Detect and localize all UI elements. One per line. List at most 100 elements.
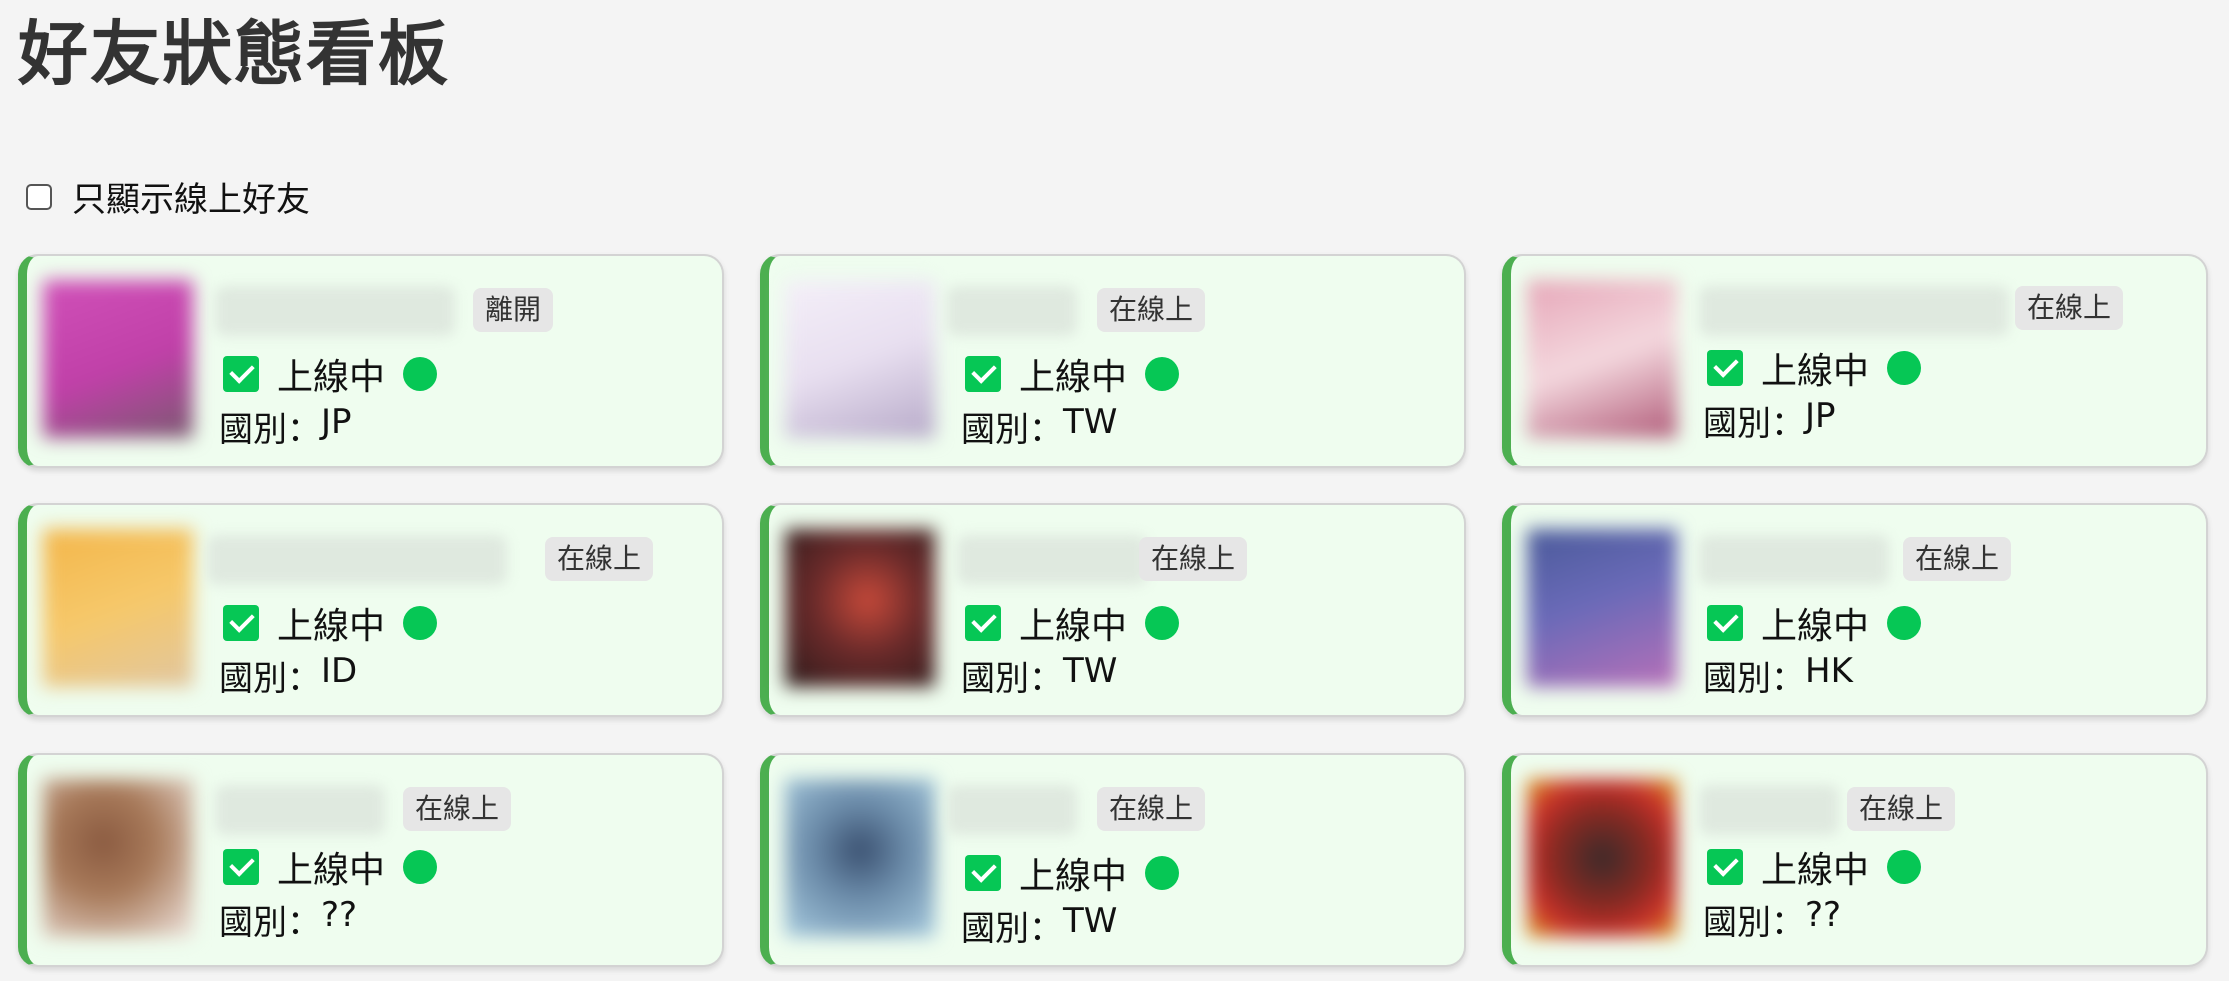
friend-name [1699, 785, 1839, 835]
online-dot-icon [1145, 357, 1180, 391]
online-status-label: 上線中 [1019, 856, 1128, 897]
country: 國別： HK [1703, 651, 1853, 700]
country-prefix: 國別： [961, 410, 1063, 450]
status-badge: 在線上 [1903, 537, 2012, 581]
status-badge: 離開 [473, 288, 554, 332]
friend-name [1699, 286, 2009, 336]
online-status: 上線中 [965, 599, 1180, 647]
status-badge: 在線上 [1139, 537, 1248, 581]
friend-card[interactable]: 在線上 上線中 國別： HK [1502, 503, 2208, 717]
online-status: 上線中 [1707, 344, 1922, 392]
online-status: 上線中 [965, 350, 1180, 398]
status-badge: 在線上 [1097, 288, 1206, 332]
country: 國別： TW [961, 901, 1117, 950]
country-code: ?? [1805, 895, 1842, 935]
check-icon [223, 605, 259, 641]
avatar [1527, 529, 1677, 687]
country-prefix: 國別： [1703, 404, 1805, 444]
page-title: 好友狀態看板 [18, 13, 450, 95]
friend-card[interactable]: 離開 上線中 國別： JP [18, 254, 724, 468]
online-dot-icon [1887, 606, 1922, 640]
friend-card[interactable]: 在線上 上線中 國別： ?? [18, 753, 724, 967]
online-dot-icon [1145, 606, 1180, 640]
avatar [785, 280, 935, 438]
online-status-label: 上線中 [1019, 606, 1128, 647]
avatar [785, 779, 935, 937]
check-icon [223, 356, 259, 392]
country: 國別： ?? [219, 895, 357, 944]
friend-name [1699, 535, 1889, 585]
avatar [43, 779, 193, 937]
online-status-label: 上線中 [1019, 357, 1128, 398]
avatar [785, 529, 935, 687]
check-icon [223, 849, 259, 885]
online-status: 上線中 [223, 843, 438, 891]
online-dot-icon [1145, 856, 1180, 890]
avatar [43, 529, 193, 687]
country: 國別： JP [219, 402, 352, 451]
country-code: ?? [321, 895, 358, 935]
online-dot-icon [1887, 351, 1922, 385]
check-icon [1707, 605, 1743, 641]
country-code: HK [1805, 651, 1853, 691]
country-code: TW [1063, 402, 1118, 442]
country-prefix: 國別： [219, 903, 321, 943]
online-dot-icon [403, 606, 438, 640]
online-status-label: 上線中 [277, 606, 386, 647]
country-prefix: 國別： [961, 909, 1063, 949]
status-badge: 在線上 [1097, 787, 1206, 831]
friend-card[interactable]: 在線上 上線中 國別： JP [1502, 254, 2208, 468]
country-prefix: 國別： [219, 410, 321, 450]
country-code: ID [321, 651, 358, 691]
online-status-label: 上線中 [1761, 850, 1870, 891]
friend-name [947, 286, 1077, 336]
online-dot-icon [1887, 850, 1922, 884]
online-status: 上線中 [965, 849, 1180, 897]
online-status: 上線中 [223, 350, 438, 398]
online-dot-icon [403, 357, 438, 391]
country-prefix: 國別： [1703, 659, 1805, 699]
country-code: TW [1063, 901, 1118, 941]
country-prefix: 國別： [219, 659, 321, 699]
country-code: TW [1063, 651, 1118, 691]
friend-name [947, 785, 1077, 835]
country: 國別： TW [961, 651, 1117, 700]
friend-card[interactable]: 在線上 上線中 國別： TW [760, 753, 1466, 967]
country: 國別： TW [961, 402, 1117, 451]
country: 國別： JP [1703, 396, 1836, 445]
country: 國別： ID [219, 651, 357, 700]
country-code: JP [1805, 396, 1836, 436]
status-badge: 在線上 [403, 787, 512, 831]
check-icon [965, 855, 1001, 891]
friend-name [957, 535, 1147, 585]
online-status-label: 上線中 [277, 850, 386, 891]
status-badge: 在線上 [545, 537, 654, 581]
online-status-label: 上線中 [277, 357, 386, 398]
avatar [1527, 779, 1677, 937]
online-status-label: 上線中 [1761, 351, 1870, 392]
online-status: 上線中 [223, 599, 438, 647]
check-icon [965, 605, 1001, 641]
online-status-label: 上線中 [1761, 606, 1870, 647]
check-icon [1707, 350, 1743, 386]
friend-card[interactable]: 在線上 上線中 國別： TW [760, 503, 1466, 717]
country: 國別： ?? [1703, 895, 1841, 944]
friend-name [215, 286, 455, 336]
friend-card[interactable]: 在線上 上線中 國別： ID [18, 503, 724, 717]
friend-card[interactable]: 在線上 上線中 國別： TW [760, 254, 1466, 468]
online-dot-icon [403, 850, 438, 884]
country-prefix: 國別： [1703, 903, 1805, 943]
check-icon [965, 356, 1001, 392]
online-only-filter[interactable]: 只顯示線上好友 [26, 172, 310, 221]
friend-name [215, 785, 385, 835]
avatar [1527, 280, 1677, 438]
check-icon [1707, 849, 1743, 885]
online-only-label: 只顯示線上好友 [72, 180, 310, 220]
online-only-checkbox[interactable] [26, 183, 52, 210]
online-status: 上線中 [1707, 843, 1922, 891]
friend-card[interactable]: 在線上 上線中 國別： ?? [1502, 753, 2208, 967]
country-prefix: 國別： [961, 659, 1063, 699]
status-badge: 在線上 [2015, 286, 2124, 330]
friend-name [207, 535, 507, 585]
status-badge: 在線上 [1847, 787, 1956, 831]
